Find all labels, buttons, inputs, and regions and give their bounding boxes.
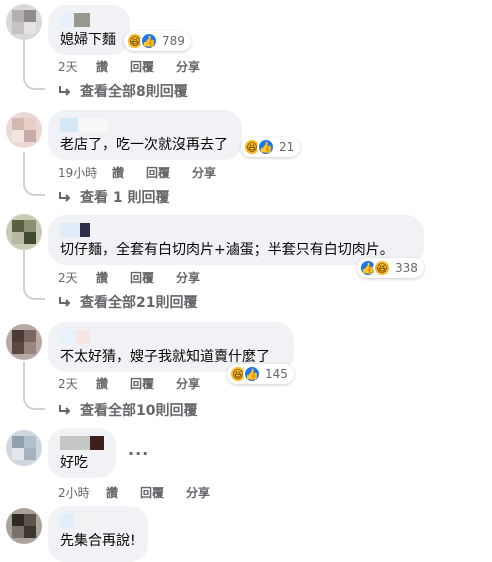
like-icon: 👍 xyxy=(243,365,261,383)
view-replies-label: 查看 1 則回覆 xyxy=(80,190,170,206)
timestamp[interactable]: 2天 xyxy=(58,58,96,75)
commenter-name[interactable] xyxy=(60,514,136,528)
like-button[interactable]: 讚 xyxy=(96,375,108,392)
more-options-button[interactable]: ··· xyxy=(128,444,149,463)
view-replies-link[interactable]: 查看 1 則回覆 xyxy=(56,187,170,207)
haha-icon: 😆 xyxy=(373,259,391,277)
timestamp[interactable]: 2天 xyxy=(58,269,96,286)
view-replies-link[interactable]: 查看全部8則回覆 xyxy=(56,81,188,101)
commenter-name[interactable] xyxy=(60,223,412,237)
view-replies-label: 查看全部8則回覆 xyxy=(80,84,188,100)
commenter-name[interactable] xyxy=(60,436,104,450)
reaction-badge[interactable]: 👍 😆 338 xyxy=(357,258,424,278)
share-button[interactable]: 分享 xyxy=(176,58,200,75)
thread-line xyxy=(23,250,25,284)
reaction-count: 789 xyxy=(162,34,185,48)
comment-actions: 2天 讚 回覆 分享 xyxy=(58,269,222,286)
thread-curve xyxy=(23,180,45,196)
reply-arrow-icon xyxy=(59,405,71,415)
thread-curve xyxy=(23,284,45,300)
reaction-badge[interactable]: 😆 👍 145 xyxy=(227,364,294,384)
avatar[interactable] xyxy=(6,4,42,40)
commenter-name[interactable] xyxy=(60,330,282,344)
comment-actions: 2天 讚 回覆 分享 xyxy=(58,375,222,392)
reply-button[interactable]: 回覆 xyxy=(140,484,164,501)
like-button[interactable]: 讚 xyxy=(96,269,108,286)
thread-curve xyxy=(23,74,45,90)
comment-text: 切仔麵，全套有白切肉片+滷蛋；半套只有白切肉片。 xyxy=(60,242,394,258)
reply-button[interactable]: 回覆 xyxy=(130,375,154,392)
view-replies-label: 查看全部21則回覆 xyxy=(80,295,198,311)
share-button[interactable]: 分享 xyxy=(192,164,216,181)
reply-button[interactable]: 回覆 xyxy=(130,269,154,286)
comment-text: 好吃 xyxy=(60,455,88,471)
avatar[interactable] xyxy=(6,214,42,250)
comment-text: 先集合再說! xyxy=(60,533,136,549)
thread-line xyxy=(23,362,25,394)
comment-actions: 2小時 讚 回覆 分享 xyxy=(58,484,232,501)
avatar[interactable] xyxy=(6,112,42,148)
timestamp[interactable]: 19小時 xyxy=(58,164,112,181)
reaction-count: 338 xyxy=(395,261,418,275)
timestamp[interactable]: 2小時 xyxy=(58,484,106,501)
like-button[interactable]: 讚 xyxy=(96,58,108,75)
reaction-badge[interactable]: 😆 👍 21 xyxy=(241,137,301,157)
reaction-badge[interactable]: 😆 👍 789 xyxy=(124,31,191,51)
thread-line xyxy=(23,152,25,180)
view-replies-link[interactable]: 查看全部10則回覆 xyxy=(56,400,197,420)
thread-curve xyxy=(23,394,45,410)
view-replies-label: 查看全部10則回覆 xyxy=(80,403,198,419)
comment-bubble: 老店了，吃一次就沒再去了 xyxy=(48,110,242,160)
reply-button[interactable]: 回覆 xyxy=(146,164,170,181)
comment-actions: 19小時 讚 回覆 分享 xyxy=(58,164,238,181)
commenter-name[interactable] xyxy=(60,118,230,132)
like-button[interactable]: 讚 xyxy=(106,484,118,501)
thread-line xyxy=(23,40,25,74)
reaction-count: 145 xyxy=(265,367,288,381)
reaction-count: 21 xyxy=(279,140,295,154)
timestamp[interactable]: 2天 xyxy=(58,375,96,392)
avatar[interactable] xyxy=(6,430,42,466)
view-replies-link[interactable]: 查看全部21則回覆 xyxy=(56,292,197,312)
reply-arrow-icon xyxy=(59,192,71,202)
like-button[interactable]: 讚 xyxy=(112,164,124,181)
commenter-name[interactable] xyxy=(60,13,118,27)
comment-text: 老店了，吃一次就沒再去了 xyxy=(60,137,228,153)
reply-arrow-icon xyxy=(59,297,71,307)
reply-button[interactable]: 回覆 xyxy=(130,58,154,75)
avatar[interactable] xyxy=(6,508,42,544)
share-button[interactable]: 分享 xyxy=(186,484,210,501)
comment-actions: 2天 讚 回覆 分享 xyxy=(58,58,222,75)
reply-arrow-icon xyxy=(59,86,71,96)
comment-bubble: 好吃 xyxy=(48,428,116,478)
comment-bubble: 先集合再說! xyxy=(48,506,148,562)
like-icon: 👍 xyxy=(257,138,275,156)
share-button[interactable]: 分享 xyxy=(176,375,200,392)
like-icon: 👍 xyxy=(140,32,158,50)
share-button[interactable]: 分享 xyxy=(176,269,200,286)
comment-bubble: 媳婦下麵 xyxy=(48,5,130,55)
avatar[interactable] xyxy=(6,324,42,360)
comment-text: 媳婦下麵 xyxy=(60,32,116,48)
